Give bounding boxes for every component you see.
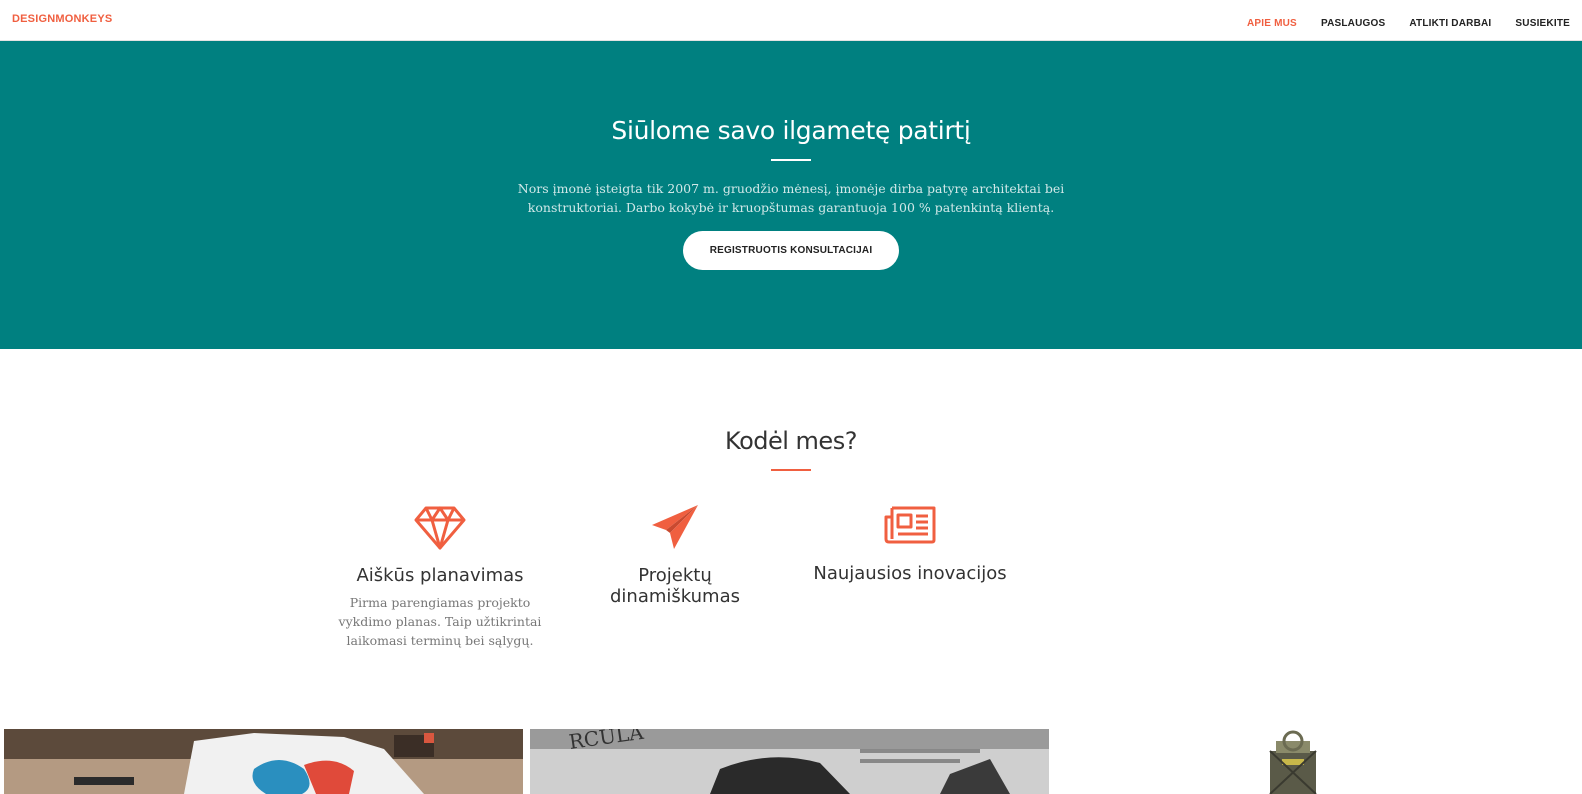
nav-link-apie-mus[interactable]: APIE MUS bbox=[1247, 18, 1297, 29]
feature-innovations: Naujausios inovacijos bbox=[800, 505, 1020, 584]
top-navbar: DESIGNMONKEYS APIE MUS PASLAUGOS ATLIKTI… bbox=[0, 0, 1582, 41]
feature-planning-text: Pirma parengiamas projekto vykdimo plana… bbox=[338, 595, 542, 648]
tower-photo-illustration bbox=[1056, 729, 1575, 794]
portfolio-image-newspapers[interactable]: RCULA bbox=[530, 729, 1049, 794]
feature-planning: Aiškūs planavimas Pirma parengiamas proj… bbox=[330, 505, 550, 650]
nav-item-atlikti-darbai: ATLIKTI DARBAI bbox=[1409, 13, 1491, 31]
why-us-divider bbox=[771, 469, 811, 471]
portfolio-image-tower[interactable] bbox=[1056, 729, 1575, 794]
hero-text: Nors įmonė įsteigta tik 2007 m. gruodžio… bbox=[517, 181, 1065, 215]
brand-logo-link[interactable]: DESIGNMONKEYS bbox=[12, 13, 112, 25]
portfolio-image-tshirts[interactable] bbox=[4, 729, 523, 794]
nav-item-susiekite: SUSIEKITE bbox=[1515, 13, 1570, 31]
nav-menu: APIE MUS PASLAUGOS ATLIKTI DARBAI SUSIEK… bbox=[1247, 13, 1570, 31]
hero-title: Siūlome savo ilgametę patirtį bbox=[611, 116, 971, 145]
feature-planning-title: Aiškūs planavimas bbox=[356, 565, 524, 586]
nav-link-susiekite[interactable]: SUSIEKITE bbox=[1515, 18, 1570, 29]
paper-plane-icon bbox=[652, 505, 698, 549]
nav-link-atlikti-darbai[interactable]: ATLIKTI DARBAI bbox=[1409, 18, 1491, 29]
feature-innovations-title: Naujausios inovacijos bbox=[813, 563, 1007, 584]
why-us-title: Kodėl mes? bbox=[725, 427, 857, 455]
nav-item-paslaugos: PASLAUGOS bbox=[1321, 13, 1385, 31]
register-consultation-button[interactable]: REGISTRUOTIS KONSULTACIJAI bbox=[683, 231, 899, 270]
feature-dynamics-title: Projektų dinamiškumas bbox=[610, 565, 740, 607]
hero-divider bbox=[771, 159, 811, 161]
nav-link-paslaugos[interactable]: PASLAUGOS bbox=[1321, 18, 1385, 29]
feature-dynamics: Projektų dinamiškumas bbox=[580, 503, 770, 607]
nav-item-apie-mus: APIE MUS bbox=[1247, 13, 1297, 31]
newspaper-icon bbox=[884, 506, 936, 544]
tshirt-photo-illustration bbox=[4, 729, 523, 794]
about-hero-section: Siūlome savo ilgametę patirtį Nors įmonė… bbox=[0, 41, 1582, 349]
diamond-icon bbox=[414, 506, 466, 550]
newspaper-photo-illustration: RCULA bbox=[530, 729, 1049, 794]
